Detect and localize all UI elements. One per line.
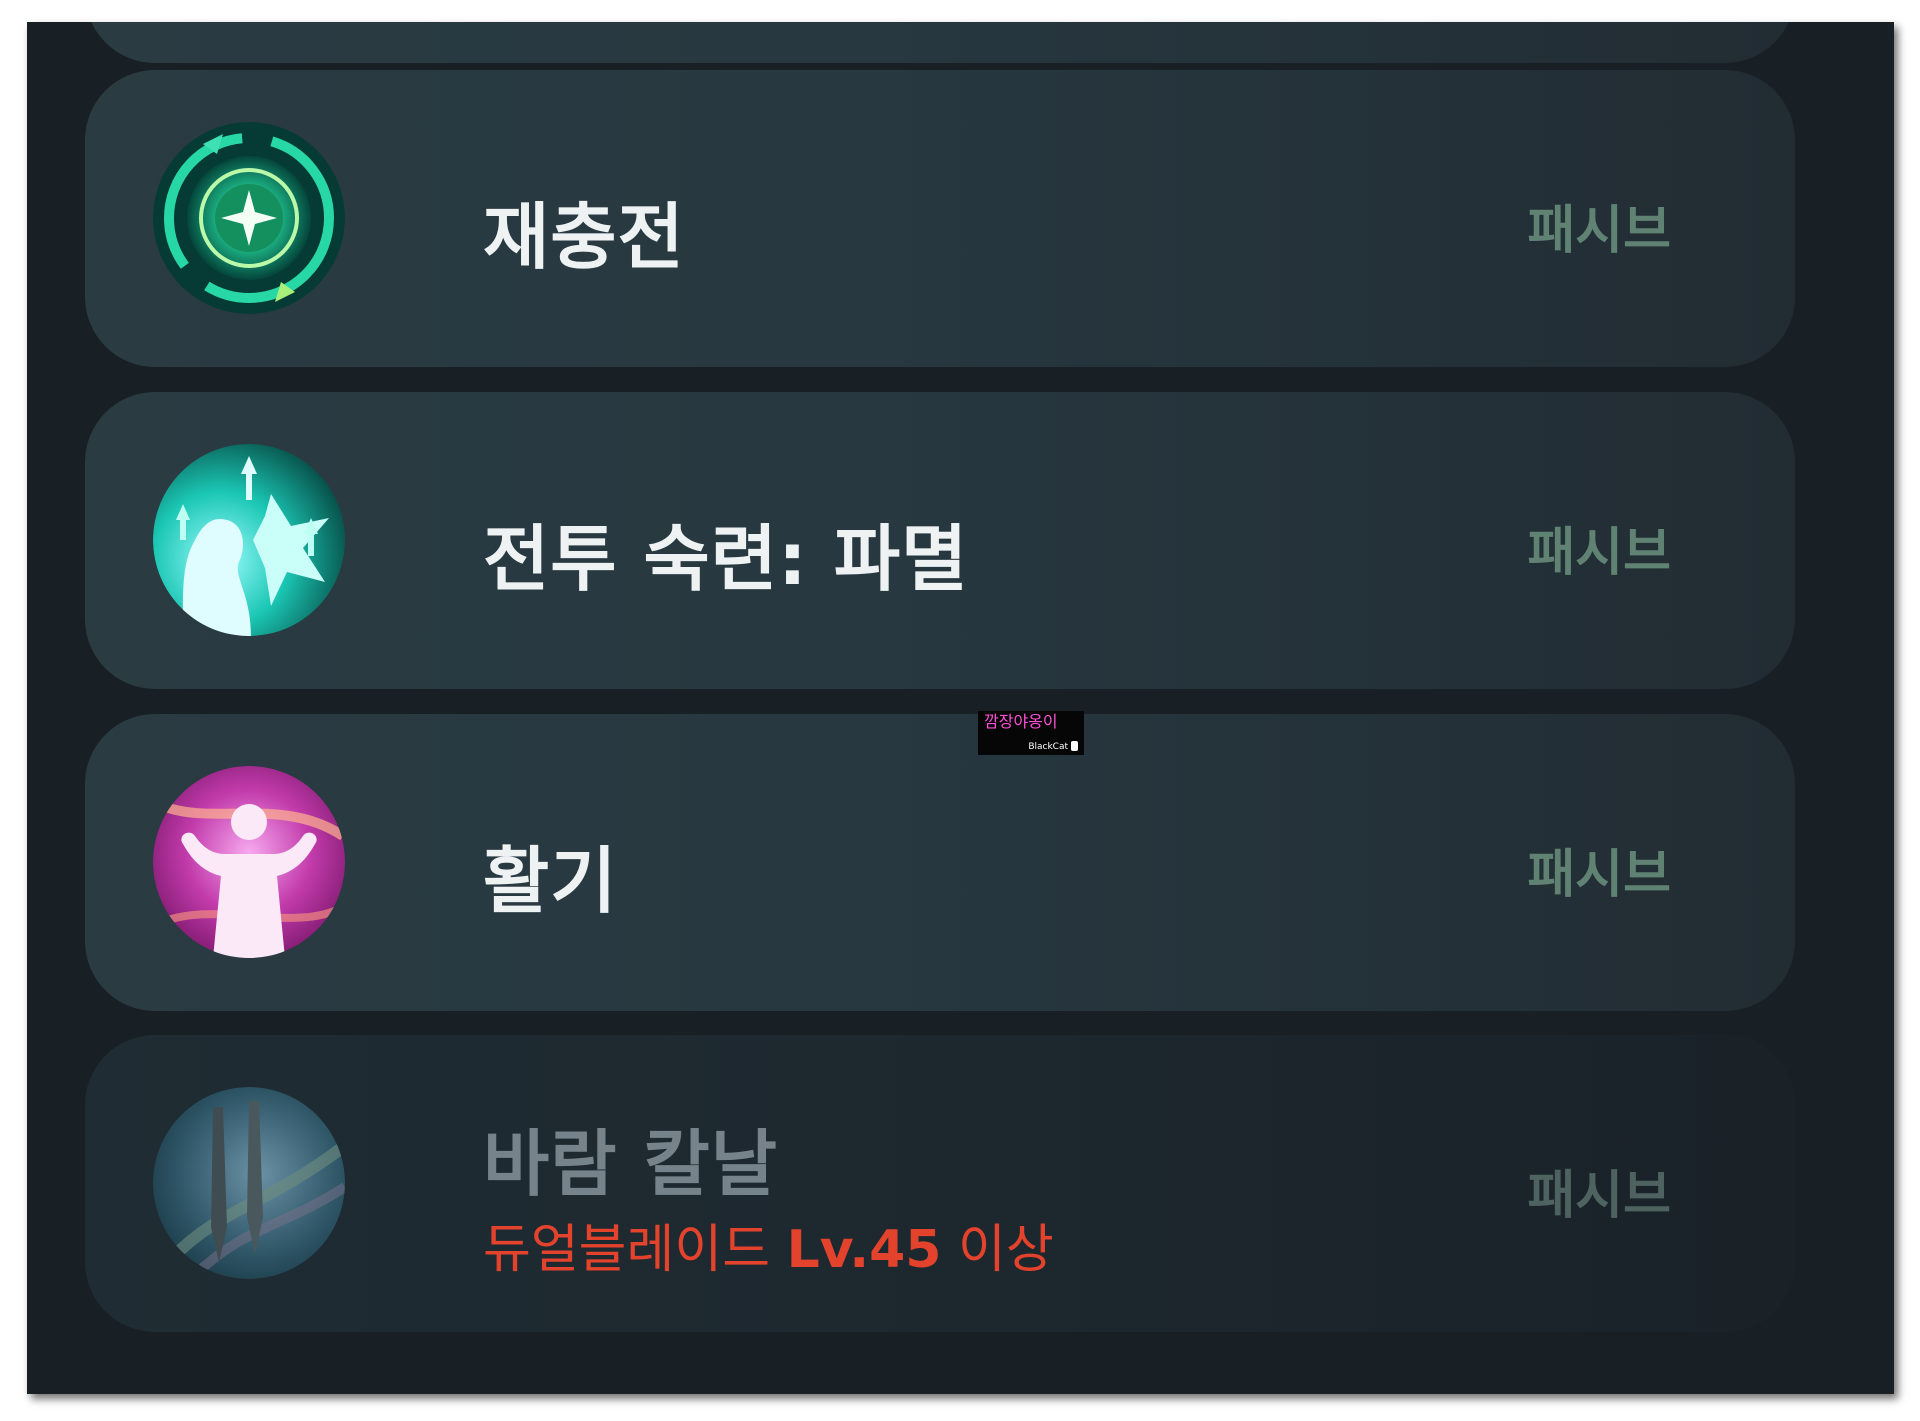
watermark-logo: 깜장야옹이 BlackCat	[978, 711, 1084, 755]
skill-list-panel: 재충전 패시브 전투 숙련: 파멸 패시브 활기 패시브 바람 칼날 듀얼블레이…	[27, 22, 1894, 1394]
recharge-compass-icon	[153, 122, 345, 314]
wind-blade-icon	[153, 1087, 345, 1279]
cat-icon	[1071, 741, 1078, 751]
skill-name: 재충전	[483, 195, 685, 279]
skill-card-recharge[interactable]: 재충전 패시브	[85, 70, 1795, 367]
vigor-flex-icon	[153, 766, 345, 958]
required-level: Lv.45	[786, 1220, 942, 1280]
required-class: 듀얼블레이드	[483, 1220, 771, 1280]
skill-name: 전투 숙련: 파멸	[483, 517, 969, 601]
watermark-text: 깜장야옹이	[984, 712, 1058, 731]
skill-card-vigor[interactable]: 활기 패시브	[85, 714, 1795, 1011]
skill-card-wind-blade[interactable]: 바람 칼날 듀얼블레이드 Lv.45 이상 패시브	[85, 1035, 1795, 1332]
skill-type-label: 패시브	[1527, 845, 1671, 905]
watermark-subtext: BlackCat	[1028, 742, 1068, 752]
battle-mastery-icon	[153, 444, 345, 636]
previous-skill-card	[85, 22, 1795, 63]
requirement-suffix: 이상	[958, 1220, 1054, 1280]
skill-name: 활기	[483, 839, 618, 923]
skill-card-battle-mastery[interactable]: 전투 숙련: 파멸 패시브	[85, 392, 1795, 689]
skill-type-label: 패시브	[1527, 201, 1671, 261]
skill-name: 바람 칼날	[483, 1122, 779, 1206]
skill-type-label: 패시브	[1527, 1166, 1671, 1226]
skill-type-label: 패시브	[1527, 523, 1671, 583]
skill-requirement: 듀얼블레이드 Lv.45 이상	[483, 1207, 1054, 1282]
